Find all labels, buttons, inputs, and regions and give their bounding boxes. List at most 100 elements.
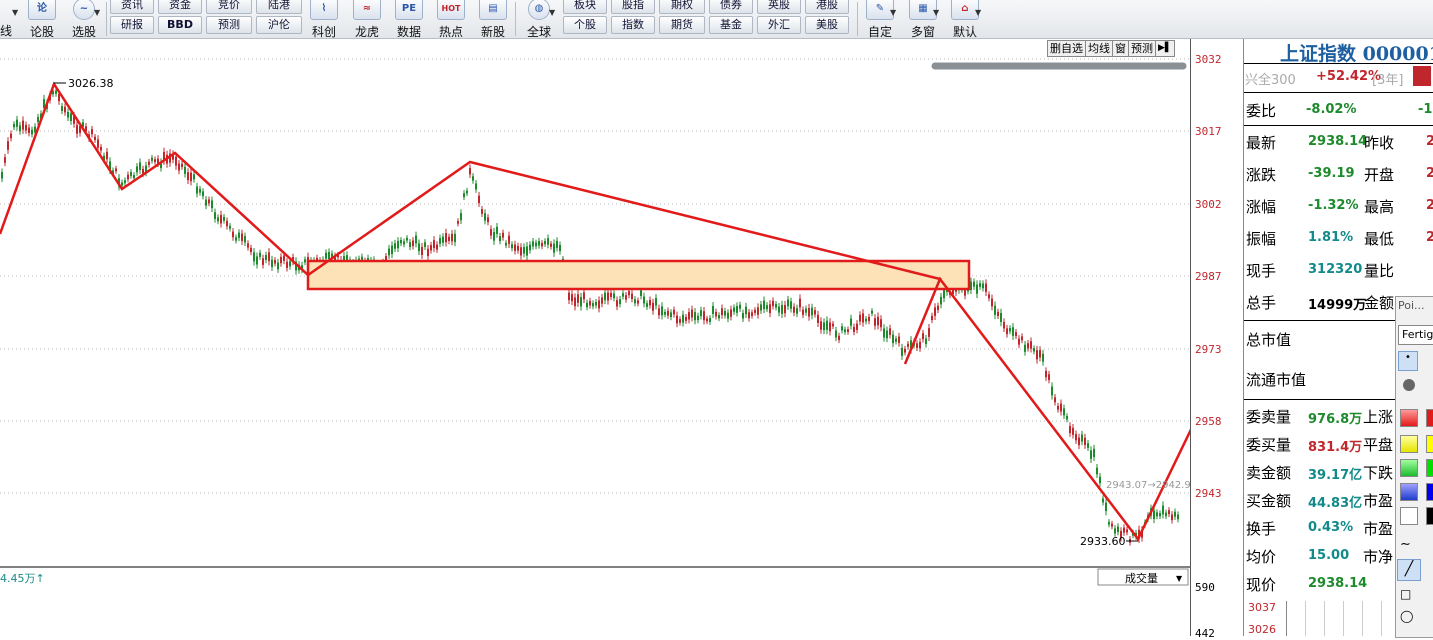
moving-average-button[interactable]: 均线: [1085, 40, 1113, 57]
toolbar-link-small_top-0[interactable]: 资讯: [110, 0, 154, 14]
dot-small-icon[interactable]: •: [1398, 351, 1418, 371]
stock-picker-icon: ~: [73, 0, 95, 20]
toolbar-button-default[interactable]: ⌂ 默认: [946, 0, 984, 39]
toolbar-button-label: 自定: [867, 25, 892, 39]
quote-row-value-2: 2: [1426, 134, 1433, 149]
toolbar-button-new-stock[interactable]: ▤ 新股: [476, 0, 510, 39]
dropdown-arrow-icon[interactable]: ▼: [975, 8, 981, 17]
toolbar-link-small_top-3[interactable]: 陆港: [256, 0, 302, 14]
toolbar-link-small_bottom-2[interactable]: 预测: [206, 16, 252, 34]
toolbar-link-small_bottom-7[interactable]: 基金: [709, 16, 753, 34]
weibi-value: -8.02%: [1306, 102, 1357, 117]
toolbar-button-globe[interactable]: ◍ 全球: [522, 0, 556, 39]
toolbar-button-dragon-tiger[interactable]: ≈ 龙虎: [350, 0, 384, 39]
support-zone-box[interactable]: [306, 259, 971, 291]
toolbar-link-small_top-9[interactable]: 港股: [805, 0, 849, 14]
dropdown-arrow-icon[interactable]: ▼: [933, 8, 939, 17]
dot-large-icon[interactable]: [1403, 379, 1415, 391]
color-swatch-red-selected[interactable]: [1426, 409, 1433, 427]
toolbar-link-small_bottom-6[interactable]: 期货: [659, 16, 705, 34]
color-swatch-white[interactable]: [1400, 507, 1418, 525]
price-chart[interactable]: 3026.38 2933.60 2943.07→2942.9 4.45万↑ 成交…: [0, 39, 1192, 636]
color-swatch-green[interactable]: [1400, 459, 1418, 477]
y-tick: 2987: [1195, 270, 1222, 283]
toolbar-button-label: 科创: [311, 25, 336, 39]
volume-tick: 442: [1195, 627, 1215, 640]
color-swatch-yellow[interactable]: [1400, 435, 1418, 453]
quote-row-label-2: 最高: [1364, 198, 1395, 216]
new-stock-icon: ▤: [479, 0, 507, 20]
weibi-extra: -14: [1418, 102, 1433, 117]
dropdown-arrow-icon[interactable]: ▼: [94, 8, 100, 17]
ellipse-tool-icon[interactable]: ◯: [1400, 609, 1413, 623]
order-row-value: 39.17亿: [1308, 468, 1363, 483]
float-cap-label: 流通市值: [1246, 371, 1307, 389]
toolbar-link-small_bottom-8[interactable]: 外汇: [757, 16, 801, 34]
toolbar-button-label: 默认: [952, 25, 977, 39]
toolbar-link-small_top-8[interactable]: 英股: [757, 0, 801, 14]
toolbar-link-small_bottom-0[interactable]: 研报: [110, 16, 154, 34]
font-select[interactable]: Fertig: [1398, 325, 1433, 345]
quote-row-label-2: 量比: [1364, 262, 1395, 280]
drawing-palette[interactable]: Poi... Fertig • ∼ ╱ □ ◯: [1395, 296, 1433, 638]
toolbar-link-small_bottom-1[interactable]: BBD: [158, 16, 202, 34]
toolbar-button-label: 龙虎: [354, 25, 379, 39]
toolbar-button-custom[interactable]: ✎ 自定: [862, 0, 898, 39]
order-row-label-2: 上涨: [1363, 408, 1394, 426]
dropdown-arrow-icon[interactable]: ▼: [549, 8, 555, 17]
toolbar-link-small_top-6[interactable]: 期权: [659, 0, 705, 14]
toolbar-link-small_bottom-4[interactable]: 个股: [563, 16, 607, 34]
order-row-label: 委买量: [1246, 436, 1292, 454]
toolbar-link-small_bottom-9[interactable]: 美股: [805, 16, 849, 34]
toolbar-link-small_top-7[interactable]: 债券: [709, 0, 753, 14]
main-toolbar: ▼ 线 论 论股 ~ 选股 ▼ 资讯 资金 竞价 陆港 板块 股指 期权 债券 英股 港股研报 BB…: [0, 0, 1433, 39]
toolbar-button-multi-window[interactable]: ▦ 多窗: [904, 0, 942, 39]
order-row-label-2: 市净: [1363, 548, 1394, 566]
line-tool-icon[interactable]: ╱: [1397, 559, 1421, 581]
toolbar-link-small_top-2[interactable]: 竞价: [206, 0, 252, 14]
color-swatch-green-2[interactable]: [1426, 459, 1433, 477]
rect-tool-icon[interactable]: □: [1400, 587, 1411, 601]
color-swatch-yellow-2[interactable]: [1426, 435, 1433, 453]
quote-row-label: 现手: [1246, 262, 1277, 280]
order-row-label-2: 下跌: [1363, 464, 1394, 482]
toolbar-button-label: 热点: [438, 25, 463, 39]
order-row-value: 831.4万: [1308, 440, 1363, 455]
toolbar-button-star-market[interactable]: ⌇ 科创: [307, 0, 341, 39]
toolbar-separator: [106, 2, 107, 36]
toolbar-button-hot-spot[interactable]: HOT 热点: [434, 0, 468, 39]
toolbar-link-small_bottom-5[interactable]: 指数: [611, 16, 655, 34]
toolbar-link-small_bottom-3[interactable]: 沪伦: [256, 16, 302, 34]
toolbar-button-discuss[interactable]: 论 论股: [26, 0, 58, 39]
toolbar-button-line[interactable]: 线: [0, 0, 20, 38]
curve-tool-icon[interactable]: ∼: [1400, 537, 1411, 552]
toolbar-link-small_top-4[interactable]: 板块: [563, 0, 607, 14]
fund-badge[interactable]: [1413, 66, 1431, 86]
volume-indicator-label: 成交量: [1125, 571, 1158, 585]
color-swatch-blue-2[interactable]: [1426, 483, 1433, 501]
toolbar-button-data[interactable]: PE 数据: [392, 0, 426, 39]
chevron-down-icon[interactable]: ▼: [1176, 574, 1183, 583]
price-axis: 3032 3017 3002 2987 2973 2958 2943 590 4…: [1190, 39, 1243, 640]
window-button[interactable]: 窗: [1112, 40, 1129, 57]
color-swatch-blue[interactable]: [1400, 483, 1418, 501]
low-price-label: 2933.60: [1080, 535, 1126, 548]
remove-favorite-button[interactable]: 删自选: [1047, 40, 1086, 57]
quote-row-label: 总手: [1246, 294, 1277, 312]
palette-title: Poi...: [1398, 299, 1425, 312]
toolbar-link-small_top-1[interactable]: 资金: [158, 0, 202, 14]
order-row-label-2: 市盈: [1363, 492, 1394, 510]
forecast-button[interactable]: 预测: [1128, 40, 1156, 57]
color-swatch-red[interactable]: [1400, 409, 1418, 427]
expand-arrow-icon[interactable]: ▶▌: [1155, 40, 1175, 57]
toolbar-link-small_top-5[interactable]: 股指: [611, 0, 655, 14]
color-swatch-black[interactable]: [1426, 507, 1433, 525]
dropdown-arrow-icon[interactable]: ▼: [890, 8, 896, 17]
toolbar-button-stock-picker[interactable]: ~ 选股: [66, 0, 102, 39]
order-row-label: 卖金额: [1246, 464, 1292, 482]
order-row-value: 0.43%: [1308, 520, 1354, 535]
quote-row: 现手 312320 量比: [1246, 260, 1433, 284]
mini-chart: [1286, 601, 1397, 636]
toolbar-button-label: 多窗: [910, 25, 935, 39]
y-tick: 3032: [1195, 53, 1222, 66]
